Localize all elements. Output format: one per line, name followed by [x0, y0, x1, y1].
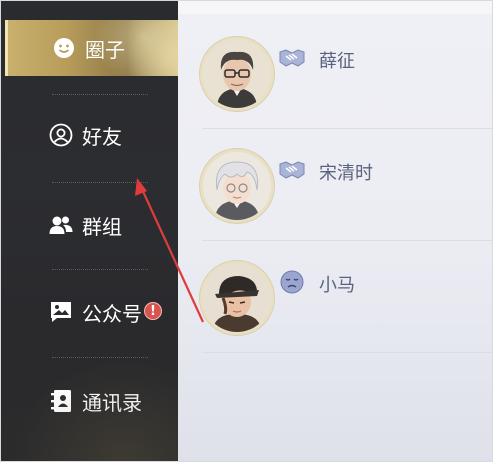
contact-avatar: [200, 149, 274, 223]
sidebar-item-label: 群组: [82, 214, 122, 239]
friend-avatar-icon: [48, 122, 74, 148]
sidebar-divider: [52, 182, 148, 183]
handshake-icon: [278, 156, 306, 184]
image-bubble-icon: [48, 299, 74, 325]
sidebar-divider: [52, 357, 148, 358]
contact-list: 薛征 宋清时 小马: [178, 0, 493, 462]
group-people-icon: [48, 212, 74, 238]
smiley-bubble-icon: [51, 35, 77, 61]
sidebar-divider: [52, 94, 148, 95]
sidebar-item-groups[interactable]: 群组: [5, 197, 178, 253]
contact-name: 宋清时: [319, 163, 373, 184]
sidebar-item-contacts[interactable]: 通讯录: [5, 373, 178, 429]
contact-avatar: [200, 261, 274, 335]
sidebar-item-label: 好友: [82, 124, 122, 149]
sidebar-item-label: 公众号: [82, 301, 142, 326]
contact-row[interactable]: 宋清时: [178, 130, 493, 242]
sidebar-item-label: 通讯录: [82, 390, 142, 415]
sidebar: 圈子 好友 群组 公众号 ! 通讯录: [0, 0, 178, 462]
address-book-icon: [48, 388, 74, 414]
sidebar-item-official-accounts[interactable]: 公众号 !: [5, 284, 178, 340]
sidebar-divider: [52, 269, 148, 270]
contact-row[interactable]: 薛征: [178, 18, 493, 130]
contact-row[interactable]: 小马: [178, 242, 493, 354]
sidebar-item-label: 圈子: [85, 37, 125, 62]
contact-name: 小马: [319, 275, 355, 296]
contact-avatar: [200, 37, 274, 111]
handshake-icon: [278, 44, 306, 72]
sidebar-item-friends[interactable]: 好友: [5, 107, 178, 163]
list-top-bar: [178, 0, 493, 14]
row-divider: [202, 128, 493, 129]
contact-name: 薛征: [319, 51, 355, 72]
sad-face-icon: [278, 268, 306, 296]
row-divider: [202, 352, 493, 353]
sidebar-item-circle[interactable]: 圈子: [5, 20, 178, 76]
row-divider: [202, 240, 493, 241]
notification-badge: !: [144, 302, 162, 320]
